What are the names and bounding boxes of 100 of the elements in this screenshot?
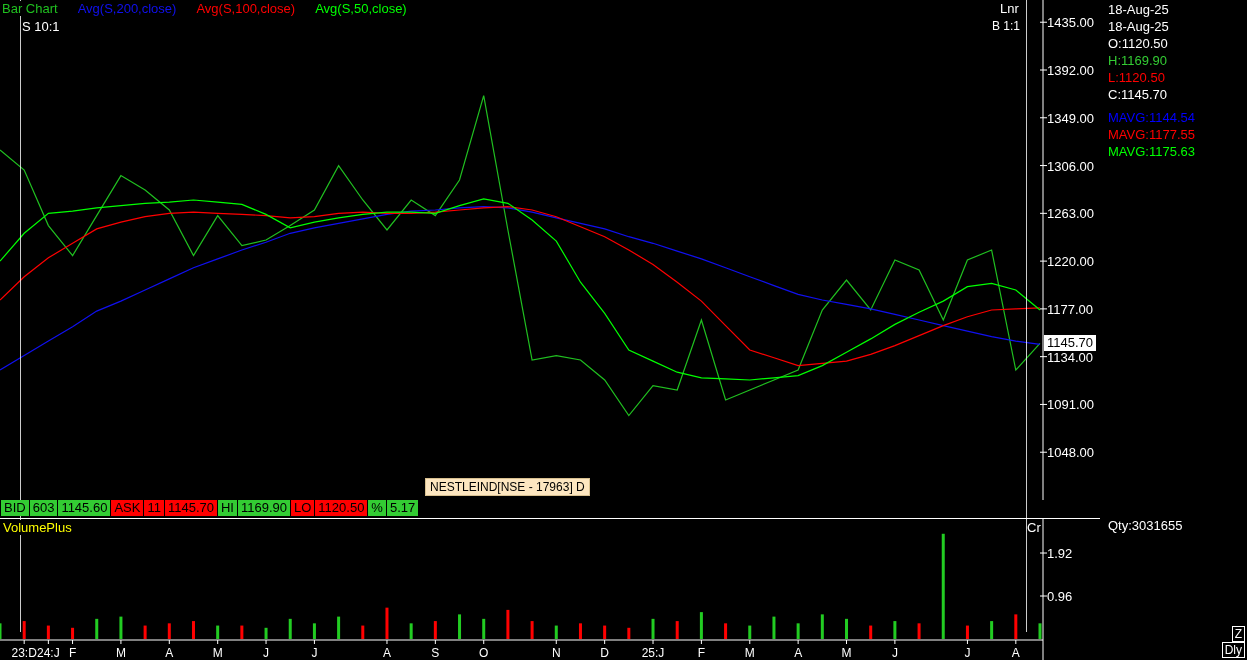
date-axis-tick: M	[212, 639, 223, 660]
x-tick-label: A	[165, 646, 174, 660]
date-axis-tick: A	[165, 639, 174, 660]
volume-bar	[748, 625, 752, 639]
volume-bar	[603, 625, 607, 639]
volume-bar	[119, 616, 123, 639]
series-legend: Avg(S,50,close)	[315, 1, 407, 16]
x-tick-label: M	[212, 646, 223, 660]
x-tick-label: M	[841, 646, 852, 660]
date-axis-tick: F	[697, 639, 706, 660]
volume-bar	[240, 625, 244, 639]
last-price-label: 1145.70	[1044, 335, 1097, 352]
date-axis-tick: M	[841, 639, 852, 660]
price-axis-tick: 1263.00	[1039, 206, 1094, 222]
x-tick-label: 23:D	[11, 646, 38, 660]
series-legend: Avg(S,200,close)	[77, 1, 177, 16]
quote-cell: 1120.50	[315, 500, 368, 516]
scale-label: S 10:1	[22, 19, 60, 34]
volume-bar	[482, 618, 486, 639]
x-tick-label: N	[551, 646, 561, 660]
volume-bar	[385, 607, 389, 639]
x-tick-label: J	[263, 646, 270, 660]
quote-cell: 11	[144, 500, 164, 516]
volume-bar	[143, 625, 147, 639]
moving-average-value: MAVG:1177.55	[1108, 126, 1196, 143]
quote-cell: ASK	[111, 500, 144, 516]
quote-cell: %	[368, 500, 386, 516]
x-tick-label: F	[68, 646, 77, 660]
x-tick-label: S	[431, 646, 440, 660]
date-label: 18-Aug-25	[1108, 1, 1170, 18]
price-axis-tick: 1435.00	[1039, 15, 1094, 31]
x-tick-label: M	[115, 646, 126, 660]
quote-cell: 5.17	[386, 500, 419, 516]
x-tick-label: 25:J	[641, 646, 665, 660]
volume-bar	[71, 627, 75, 639]
date-axis-tick: J	[891, 639, 898, 660]
volume-bar	[675, 621, 679, 639]
date-axis-tick: 24:J	[37, 639, 60, 660]
price-axis-tick: 1306.00	[1039, 158, 1094, 174]
x-tick-label: M	[744, 646, 755, 660]
quote-cell: LO	[291, 500, 315, 516]
moving-average-value: MAVG:1175.63	[1108, 143, 1196, 160]
volume-bar	[95, 618, 99, 639]
scale-mode-label: Lnr	[1000, 1, 1019, 16]
x-tick-label: 24:J	[37, 646, 60, 660]
indicator-title: VolumePlus	[3, 520, 72, 535]
volume-bar	[651, 618, 655, 639]
volume-bar	[627, 627, 631, 639]
date-axis-tick: J	[311, 639, 318, 660]
volume-axis-tick: 1.92	[1039, 546, 1073, 562]
x-tick-label: D	[600, 646, 610, 660]
y-tick-label: 1.92	[1047, 546, 1073, 562]
date-axis-tick: M	[115, 639, 126, 660]
x-tick-label: O	[479, 646, 489, 660]
price-axis-tick: 1177.00	[1039, 301, 1094, 317]
ohlc-value: O:1120.50	[1108, 35, 1169, 52]
quote-cell: HI	[217, 500, 237, 516]
date-axis-tick: S	[431, 639, 440, 660]
date-axis-tick: J	[964, 639, 971, 660]
volume-bar	[312, 623, 316, 639]
chart-button[interactable]: Dly	[1221, 642, 1245, 658]
date-label: 18-Aug-25	[1108, 18, 1170, 35]
date-axis-tick: D	[600, 639, 609, 660]
volume-bar	[167, 623, 171, 639]
volume-bar	[965, 625, 969, 639]
volume-bar	[990, 621, 994, 639]
x-tick-label: J	[891, 646, 898, 660]
volume-bar	[554, 625, 558, 639]
volume-bar	[264, 627, 268, 639]
volume-bar	[458, 614, 462, 639]
price-axis-tick: 1134.00	[1039, 349, 1094, 365]
volume-bar	[433, 621, 437, 639]
unit-label: Cr	[1027, 520, 1041, 535]
series-legend: Avg(S,100,close)	[196, 1, 296, 16]
price-axis-tick: 1048.00	[1039, 445, 1094, 461]
ohlc-value: H:1169.90	[1108, 52, 1169, 69]
volume-bar	[337, 616, 341, 639]
moving-average-value: MAVG:1144.54	[1108, 109, 1196, 126]
volume-bar	[22, 621, 26, 639]
x-tick-label: A	[1011, 646, 1020, 660]
volume-bar	[288, 618, 292, 639]
x-tick-label: A	[382, 646, 391, 660]
volume-bar	[845, 618, 848, 639]
price-axis-tick: 1220.00	[1039, 254, 1094, 270]
volume-bar	[1038, 623, 1042, 639]
ohlc-value: L:1120.50	[1108, 69, 1166, 86]
price-axis-tick: 1091.00	[1039, 397, 1094, 413]
quote-cell: 603	[29, 500, 58, 516]
quote-cell: 1169.90	[237, 500, 290, 516]
bar-ratio-label: B 1:1	[992, 19, 1021, 33]
x-tick-label: J	[311, 646, 318, 660]
volume-axis-tick: 0.96	[1039, 589, 1073, 604]
volume-bar	[796, 623, 800, 639]
volume-bar	[361, 625, 365, 639]
volume-bar	[192, 621, 195, 639]
volume-bar	[216, 625, 220, 639]
date-axis-tick: 23:D	[11, 639, 37, 660]
symbol-tooltip: NESTLEIND[NSE - 17963] D	[425, 478, 590, 496]
quote-cell: 1145.60	[58, 500, 111, 516]
chart-button[interactable]: Z	[1231, 626, 1245, 642]
